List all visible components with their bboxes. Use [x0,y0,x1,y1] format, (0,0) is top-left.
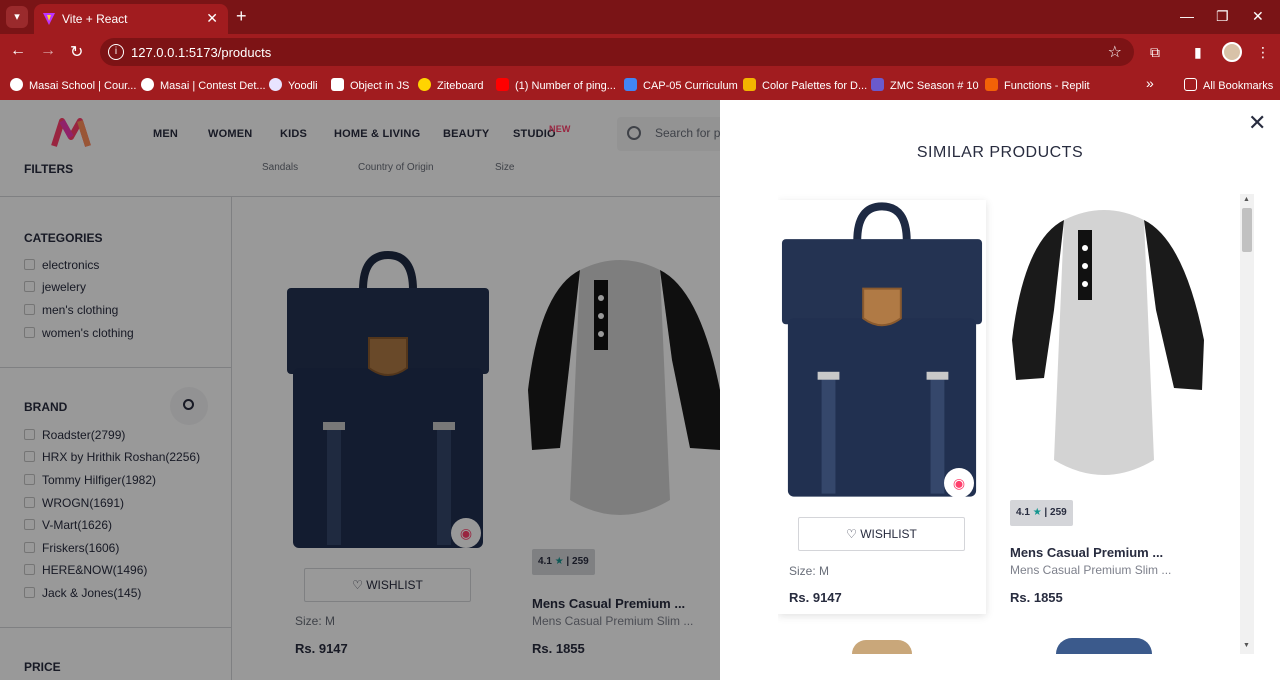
browser-tab-strip: ▾ Vite + React ✕ + — ❐ ✕ [0,0,1280,34]
product-image[interactable] [852,640,912,654]
extensions-icon[interactable]: ⧉ [1150,44,1160,61]
bookmark-item[interactable]: CAP-05 Curriculum [624,78,738,92]
bookmark-item[interactable]: Yoodli [269,78,318,92]
scrollbar-thumb[interactable] [1242,208,1252,252]
bookmark-item[interactable]: ZMC Season # 10 [871,78,979,92]
profile-avatar[interactable] [1222,42,1242,62]
close-icon[interactable]: ✕ [1248,110,1266,136]
scrollbar[interactable]: ▲ ▼ [1240,194,1254,654]
menu-kebab-icon[interactable]: ⋮ [1256,44,1270,61]
tshirt-image [1012,210,1204,475]
back-icon[interactable]: ← [10,42,26,60]
bookmark-star-icon[interactable]: ☆ [1108,42,1122,62]
scroll-down-arrow-icon[interactable]: ▼ [1243,642,1250,649]
all-bookmarks-folder[interactable]: All Bookmarks [1184,78,1273,92]
heart-icon: ♡ [846,527,857,541]
product-name: Mens Casual Premium ... [1010,545,1164,560]
bookmark-item[interactable]: Masai | Contest Det... [141,78,266,92]
address-bar[interactable]: i 127.0.0.1:5173/products ☆ [100,38,1134,66]
modal-backdrop[interactable] [0,100,720,680]
backpack-image [781,202,983,497]
similar-products-list[interactable]: ◉ ♡ WISHLIST Size: M Rs. 9147 4.1 ★ | 25… [778,194,1240,654]
rating-badge: 4.1 ★ | 259 [1010,500,1073,526]
site-info-icon[interactable]: i [108,44,124,60]
product-image[interactable] [1056,638,1152,654]
minimize-icon[interactable]: — [1180,8,1194,24]
bookmark-item[interactable]: Ziteboard [418,78,483,92]
similar-products-drawer: ✕ SIMILAR PRODUCTS ◉ ♡ WISHLIST Size: M … [720,100,1280,680]
side-panel-icon[interactable]: ▮ [1194,44,1202,61]
reload-icon[interactable]: ↻ [70,42,83,62]
bookmark-item[interactable]: Color Palettes for D... [743,78,867,92]
bookmark-item[interactable]: Functions - Replit [985,78,1090,92]
product-image[interactable] [1000,200,1208,490]
bookmark-item[interactable]: Masai School | Cour... [10,78,136,92]
page-viewport: MEN WOMEN KIDS HOME & LIVING BEAUTY STUD… [0,100,1280,680]
product-price: Rs. 9147 [789,590,842,605]
product-image[interactable]: ◉ [778,200,986,500]
vite-logo-icon [43,13,55,25]
similar-product-card[interactable]: 4.1 ★ | 259 Mens Casual Premium ... Mens… [1000,200,1208,614]
close-window-icon[interactable]: ✕ [1252,8,1264,25]
bookmark-item[interactable]: (1) Number of ping... [496,78,616,92]
product-price: Rs. 1855 [1010,590,1063,605]
view-similar-eye-icon[interactable]: ◉ [944,468,974,498]
scroll-up-arrow-icon[interactable]: ▲ [1243,196,1250,203]
product-size: Size: M [789,564,830,578]
drawer-title: SIMILAR PRODUCTS [916,144,1084,161]
more-bookmarks-icon[interactable]: » [1146,75,1154,91]
close-tab-icon[interactable]: ✕ [206,10,218,27]
similar-product-card[interactable]: ◉ ♡ WISHLIST Size: M Rs. 9147 [778,200,986,614]
browser-toolbar: ← → ↻ i 127.0.0.1:5173/products ☆ ⧉ ▮ ⋮ [0,34,1280,70]
url-text[interactable]: 127.0.0.1:5173/products [131,45,271,60]
browser-tab[interactable]: Vite + React ✕ [34,4,228,34]
tab-search-button[interactable]: ▾ [6,6,28,28]
new-tab-icon[interactable]: + [236,6,247,27]
tab-title: Vite + React [62,12,128,26]
star-icon: ★ [1032,507,1042,518]
forward-icon[interactable]: → [40,42,56,60]
restore-icon[interactable]: ❐ [1216,8,1229,25]
bookmarks-bar: Masai School | Cour... Masai | Contest D… [0,70,1280,100]
bookmark-item[interactable]: Object in JS [331,78,409,92]
wishlist-button[interactable]: ♡ WISHLIST [798,517,965,551]
product-description: Mens Casual Premium Slim ... [1010,563,1172,577]
